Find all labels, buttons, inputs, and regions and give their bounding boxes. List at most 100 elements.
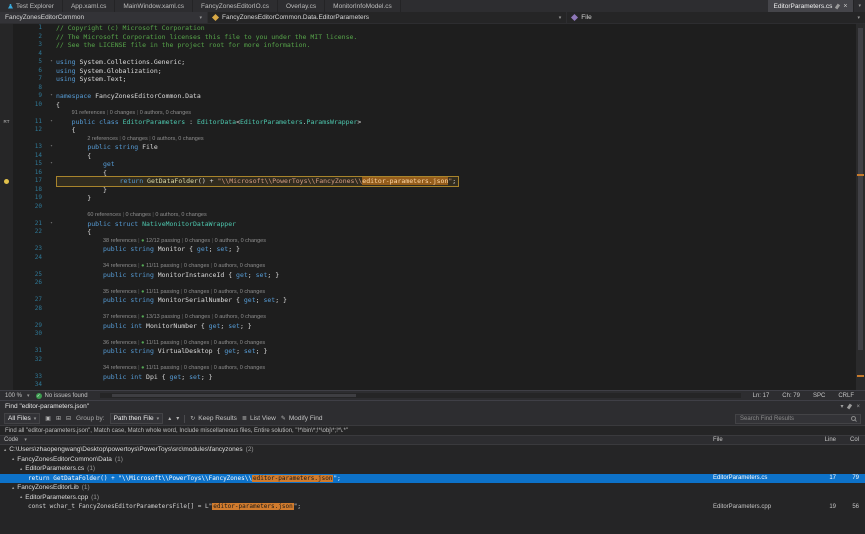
code-line-32[interactable]: 32 bbox=[0, 356, 855, 365]
keep-results-toggle[interactable]: ↻ Keep Results bbox=[190, 415, 237, 422]
code-line-19[interactable]: 19 } bbox=[0, 194, 855, 203]
code-line-22[interactable]: 22 { bbox=[0, 228, 855, 237]
codelens-item[interactable]: 0 authors, 0 changes bbox=[215, 238, 266, 244]
codelens-item[interactable]: 0 authors, 0 changes bbox=[214, 263, 265, 269]
codelens-item[interactable]: 11/11 passing bbox=[146, 365, 179, 371]
column-line[interactable]: Line bbox=[813, 437, 839, 443]
line-indicator[interactable]: Ln: 17 bbox=[753, 393, 770, 399]
code-line-10[interactable]: 10{ bbox=[0, 101, 855, 110]
codelens-item[interactable]: 0 authors, 0 changes bbox=[215, 314, 266, 320]
code-line-23[interactable]: 23 public string Monitor { get; set; } bbox=[0, 245, 855, 254]
code-line-24[interactable]: 24 bbox=[0, 254, 855, 263]
fold-marker[interactable]: ▾ bbox=[47, 118, 56, 127]
column-indicator[interactable]: Ch: 79 bbox=[782, 393, 800, 399]
find-result-row[interactable]: ▴FancyZonesEditorLib(1) bbox=[0, 483, 865, 493]
tab-fancyzoneseditorio-cs[interactable]: FancyZonesEditorIO.cs bbox=[193, 0, 278, 12]
expander-icon[interactable]: ▴ bbox=[20, 494, 22, 500]
codelens-item[interactable]: 11/11 passing bbox=[146, 289, 179, 295]
codelens-item[interactable]: 0 authors, 0 changes bbox=[214, 365, 265, 371]
code-line-17[interactable]: 17 return GetDataFolder() + "\\Microsoft… bbox=[0, 177, 855, 186]
find-result-row[interactable]: ▴EditorParameters.cpp(1) bbox=[0, 493, 865, 503]
code-line-6[interactable]: 6using System.Globalization; bbox=[0, 67, 855, 76]
collapse-all-icon[interactable]: ⊟ bbox=[66, 415, 71, 422]
group-by-dropdown[interactable]: Path then File ▾ bbox=[110, 413, 164, 424]
codelens-item[interactable]: 34 references bbox=[103, 365, 137, 371]
window-menu-chevron-icon[interactable]: ▾ bbox=[840, 403, 843, 410]
code-line-12[interactable]: 12 { bbox=[0, 126, 855, 135]
horizontal-scrollbar[interactable] bbox=[100, 393, 741, 398]
find-result-row[interactable]: ▴EditorParameters.cs(1) bbox=[0, 464, 865, 474]
code-line-26[interactable]: 26 bbox=[0, 279, 855, 288]
eol-indicator[interactable]: CRLF bbox=[838, 393, 854, 399]
find-result-row[interactable]: const wchar_t FancyZonesEditorParameters… bbox=[0, 502, 865, 512]
fold-marker[interactable]: ▾ bbox=[47, 143, 56, 152]
code-line-7[interactable]: 7using System.Text; bbox=[0, 75, 855, 84]
code-line-14[interactable]: 14 { bbox=[0, 152, 855, 161]
tab-list-chevron-icon[interactable]: ▾ bbox=[854, 0, 865, 12]
code-line-4[interactable]: 4 bbox=[0, 50, 855, 59]
expander-icon[interactable]: ▴ bbox=[20, 466, 22, 472]
copy-icon[interactable]: ▣ bbox=[45, 415, 51, 422]
expander-icon[interactable]: ▴ bbox=[12, 456, 14, 462]
search-find-results-input[interactable]: Search Find Results bbox=[735, 414, 861, 424]
code-line-20[interactable]: 20 bbox=[0, 203, 855, 212]
spaces-indicator[interactable]: SPC bbox=[813, 393, 825, 399]
code-line-27[interactable]: 27 public string MonitorSerialNumber { g… bbox=[0, 296, 855, 305]
code-line-11[interactable]: RT11▾ public class EditorParameters : Ed… bbox=[0, 118, 855, 127]
horizontal-scrollbar-thumb[interactable] bbox=[112, 394, 356, 397]
code-line-18[interactable]: 18 } bbox=[0, 186, 855, 195]
code-line-5[interactable]: 5▾using System.Collections.Generic; bbox=[0, 58, 855, 67]
scope-filter-dropdown[interactable]: All Files ▾ bbox=[4, 413, 40, 424]
codelens-item[interactable]: 0 changes bbox=[122, 136, 147, 142]
codelens-item[interactable]: 0 changes bbox=[184, 263, 209, 269]
codelens-item[interactable]: 0 changes bbox=[125, 212, 150, 218]
project-dropdown[interactable]: FancyZonesEditorCommon ▾ bbox=[0, 12, 208, 23]
code-line-8[interactable]: 8 bbox=[0, 84, 855, 93]
find-result-row[interactable]: return GetDataFolder() + "\\Microsoft\\P… bbox=[0, 474, 865, 484]
code-line-34[interactable]: 34 bbox=[0, 381, 855, 390]
quick-actions-lightbulb-icon[interactable] bbox=[4, 179, 9, 184]
codelens-item[interactable]: 13/13 passing bbox=[146, 314, 180, 320]
code-line-2[interactable]: 2// The Microsoft Corporation licenses t… bbox=[0, 33, 855, 42]
find-result-row[interactable]: ▴C:\Users\zhaopengwang\Desktop\powertoys… bbox=[0, 445, 865, 455]
code-line-1[interactable]: 1// Copyright (c) Microsoft Corporation bbox=[0, 24, 855, 33]
column-col[interactable]: Col bbox=[839, 437, 865, 443]
code-line-28[interactable]: 28 bbox=[0, 305, 855, 314]
next-result-icon[interactable]: ▾ bbox=[176, 415, 179, 422]
codelens-item[interactable]: 91 references bbox=[72, 110, 106, 116]
column-file[interactable]: File bbox=[713, 437, 813, 443]
codelens-item[interactable]: 38 references bbox=[103, 238, 137, 244]
codelens-item[interactable]: 0 changes bbox=[185, 314, 210, 320]
code-line-3[interactable]: 3// See the LICENSE file in the project … bbox=[0, 41, 855, 50]
code-editor[interactable]: 1// Copyright (c) Microsoft Corporation2… bbox=[0, 24, 865, 390]
codelens-item[interactable]: 0 changes bbox=[184, 365, 209, 371]
expand-all-icon[interactable]: ⊞ bbox=[56, 415, 61, 422]
codelens-item[interactable]: 11/11 passing bbox=[146, 340, 179, 346]
zoom-control[interactable]: 100 % ▾ bbox=[5, 393, 30, 399]
codelens-item[interactable]: 12/12 passing bbox=[146, 238, 180, 244]
editor-scrollbar[interactable] bbox=[856, 24, 865, 390]
codelens-item[interactable]: 0 changes bbox=[185, 238, 210, 244]
codelens-item[interactable]: 0 authors, 0 changes bbox=[214, 340, 265, 346]
tab-mainwindow-xaml-cs[interactable]: MainWindow.xaml.cs bbox=[115, 0, 193, 12]
expander-icon[interactable]: ▴ bbox=[4, 447, 6, 453]
pin-icon[interactable] bbox=[835, 3, 840, 9]
code-line-33[interactable]: 33 public int Dpi { get; set; } bbox=[0, 373, 855, 382]
fold-marker[interactable]: ▾ bbox=[47, 58, 56, 67]
codelens-item[interactable]: 0 authors, 0 changes bbox=[155, 212, 206, 218]
codelens-item[interactable]: 0 authors, 0 changes bbox=[152, 136, 203, 142]
expander-icon[interactable]: ▴ bbox=[12, 485, 14, 491]
codelens-item[interactable]: 35 references bbox=[103, 289, 137, 295]
column-code[interactable]: Code ▾ bbox=[0, 437, 713, 443]
scrollbar-thumb[interactable] bbox=[858, 28, 863, 350]
code-line-15[interactable]: 15▾ get bbox=[0, 160, 855, 169]
tab-test-explorer[interactable]: Test Explorer bbox=[0, 0, 63, 12]
codelens-item[interactable]: 0 changes bbox=[110, 110, 135, 116]
codelens-item[interactable]: 11/11 passing bbox=[146, 263, 179, 269]
tab-monitorinfomodel-cs[interactable]: MonitorInfoModel.cs bbox=[325, 0, 401, 12]
fold-marker[interactable]: ▾ bbox=[47, 160, 56, 169]
codelens-item[interactable]: 34 references bbox=[103, 263, 137, 269]
code-line-13[interactable]: 13▾ public string File bbox=[0, 143, 855, 152]
code-line-21[interactable]: 21▾ public struct NativeMonitorDataWrapp… bbox=[0, 220, 855, 229]
list-view-toggle[interactable]: ≣ List View bbox=[242, 415, 276, 422]
